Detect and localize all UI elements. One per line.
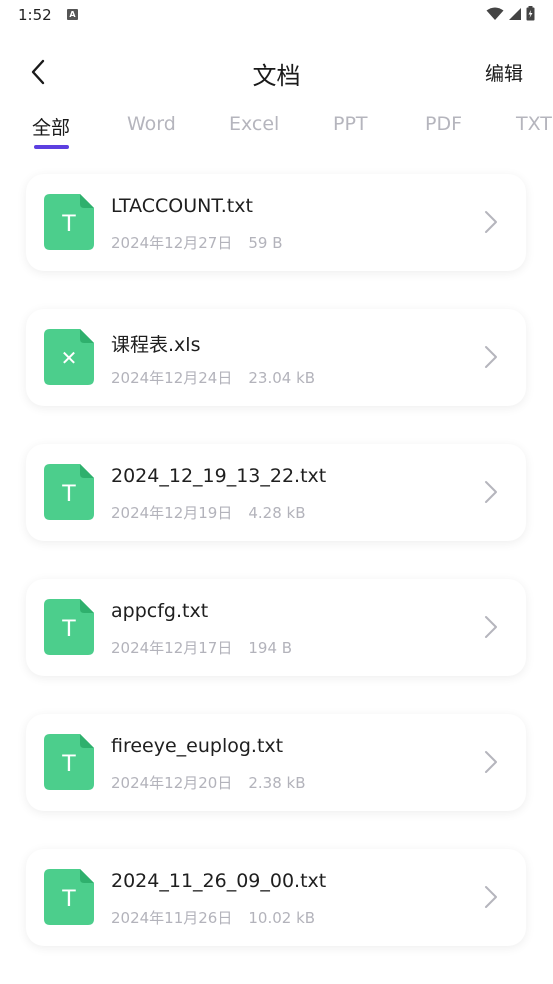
status-time: 1:52 (18, 6, 52, 24)
app-header: 文档 编辑 (0, 48, 553, 96)
file-date: 2024年12月17日 (111, 639, 233, 657)
chevron-right-icon (485, 886, 497, 908)
file-item[interactable]: T appcfg.txt 2024年12月17日 194 B (26, 579, 526, 676)
tab-word[interactable]: Word (127, 113, 176, 135)
chevron-right-icon (485, 211, 497, 233)
file-date: 2024年12月27日 (111, 234, 233, 252)
file-item[interactable]: ✕ 课程表.xls 2024年12月24日 23.04 kB (26, 309, 526, 406)
chevron-right-icon (485, 481, 497, 503)
file-meta: 2024年11月26日 10.02 kB (111, 907, 315, 928)
chevron-right-icon (485, 346, 497, 368)
tab-txt[interactable]: TXT (516, 113, 552, 135)
page-title: 文档 (252, 62, 301, 90)
file-date: 2024年12月19日 (111, 504, 233, 522)
file-type-tabs: 全部 Word Excel PPT PDF TXT (0, 108, 553, 152)
battery-icon (526, 6, 535, 21)
file-item[interactable]: T LTACCOUNT.txt 2024年12月27日 59 B (26, 174, 526, 271)
file-icon-glyph: T (62, 885, 77, 912)
file-size: 4.28 kB (248, 504, 306, 522)
tab-all[interactable]: 全部 (32, 113, 70, 140)
signal-icon (509, 7, 521, 20)
status-icons (486, 6, 535, 21)
file-size: 23.04 kB (248, 369, 316, 387)
file-name: 2024_12_19_13_22.txt (111, 465, 327, 487)
file-name: 2024_11_26_09_00.txt (111, 870, 327, 892)
tab-ppt[interactable]: PPT (333, 113, 368, 135)
txt-file-icon: T (44, 194, 94, 250)
file-icon-glyph: T (62, 480, 77, 507)
file-meta: 2024年12月17日 194 B (111, 637, 292, 658)
file-meta: 2024年12月24日 23.04 kB (111, 367, 315, 388)
file-icon-glyph: ✕ (61, 346, 78, 370)
file-name: LTACCOUNT.txt (111, 195, 253, 217)
file-icon-glyph: T (62, 750, 77, 777)
txt-file-icon: T (44, 464, 94, 520)
notification-a-icon: A (67, 9, 78, 20)
status-bar: 1:52 A (0, 0, 553, 32)
file-item[interactable]: T fireeye_euplog.txt 2024年12月20日 2.38 kB (26, 714, 526, 811)
tab-excel[interactable]: Excel (229, 113, 279, 135)
file-name: appcfg.txt (111, 600, 209, 622)
file-meta: 2024年12月20日 2.38 kB (111, 772, 306, 793)
txt-file-icon: T (44, 599, 94, 655)
chevron-right-icon (485, 616, 497, 638)
chevron-right-icon (485, 751, 497, 773)
file-meta: 2024年12月27日 59 B (111, 232, 283, 253)
file-name: fireeye_euplog.txt (111, 735, 284, 757)
file-date: 2024年12月24日 (111, 369, 233, 387)
file-name: 课程表.xls (111, 334, 201, 356)
file-size: 194 B (248, 639, 293, 657)
txt-file-icon: T (44, 734, 94, 790)
file-meta: 2024年12月19日 4.28 kB (111, 502, 306, 523)
edit-button[interactable]: 编辑 (485, 59, 523, 86)
file-date: 2024年11月26日 (111, 909, 233, 927)
file-icon-glyph: T (62, 210, 77, 237)
txt-file-icon: T (44, 869, 94, 925)
file-item[interactable]: T 2024_11_26_09_00.txt 2024年11月26日 10.02 … (26, 849, 526, 946)
file-size: 2.38 kB (248, 774, 306, 792)
xls-file-icon: ✕ (44, 329, 94, 385)
wifi-icon (486, 7, 504, 20)
file-item[interactable]: T 2024_12_19_13_22.txt 2024年12月19日 4.28 k… (26, 444, 526, 541)
active-tab-indicator (34, 145, 69, 149)
tab-pdf[interactable]: PDF (425, 113, 462, 135)
file-size: 59 B (248, 234, 283, 252)
file-date: 2024年12月20日 (111, 774, 233, 792)
file-size: 10.02 kB (248, 909, 316, 927)
file-icon-glyph: T (62, 615, 77, 642)
